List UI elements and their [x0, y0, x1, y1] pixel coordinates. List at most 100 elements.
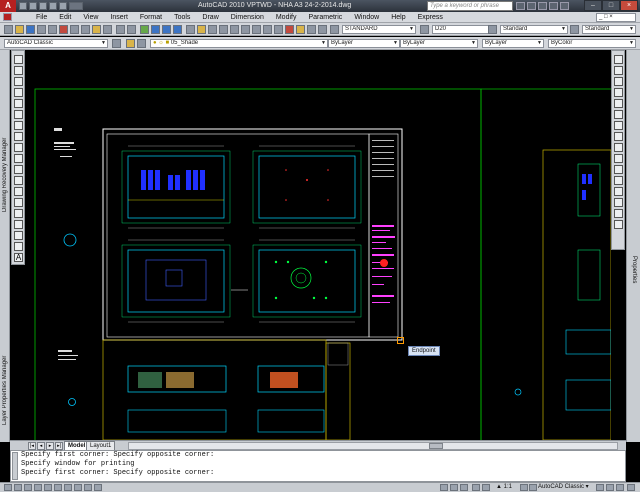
sheet-set-icon[interactable]	[219, 25, 228, 34]
annotation-scale[interactable]: ▲ 1:1	[496, 484, 512, 492]
join-icon[interactable]	[614, 187, 623, 196]
menu-parametric[interactable]: Parametric	[302, 13, 348, 22]
workspace-dropdown[interactable]: AutoCAD Classic ▼	[4, 39, 108, 48]
menu-draw[interactable]: Draw	[196, 13, 224, 22]
drawing-icon[interactable]	[3, 13, 12, 21]
quick-view-drawings-icon[interactable]	[460, 484, 468, 491]
lock-icon[interactable]	[596, 484, 604, 491]
menu-dimension[interactable]: Dimension	[225, 13, 270, 22]
qnew-icon[interactable]	[4, 25, 13, 34]
subscription-icon[interactable]	[527, 2, 536, 10]
trim-icon[interactable]	[614, 154, 623, 163]
match-properties-icon[interactable]	[103, 25, 112, 34]
redo-icon[interactable]	[59, 2, 67, 10]
layer-properties-icon[interactable]	[126, 39, 135, 48]
construction-line-icon[interactable]	[14, 66, 23, 75]
layer-isolate-icon[interactable]	[285, 25, 294, 34]
cut-icon[interactable]	[70, 25, 79, 34]
dynamic-input-icon[interactable]	[74, 484, 82, 491]
ortho-mode-icon[interactable]	[24, 484, 32, 491]
minimize-button[interactable]: –	[584, 0, 602, 11]
quick-properties-icon[interactable]	[94, 484, 102, 491]
extend-icon[interactable]	[614, 165, 623, 174]
plotstyle-dropdown[interactable]: ByColor ▼	[548, 39, 636, 48]
dynamic-ucs-icon[interactable]	[64, 484, 72, 491]
break-icon[interactable]	[614, 176, 623, 185]
pan-icon[interactable]	[140, 25, 149, 34]
layer-freeze-icon[interactable]	[296, 25, 305, 34]
new-icon[interactable]	[19, 2, 27, 10]
gradient-icon[interactable]	[14, 220, 23, 229]
properties-tab[interactable]: Properties	[628, 250, 640, 290]
design-center-icon[interactable]	[197, 25, 206, 34]
publish-icon[interactable]	[59, 25, 68, 34]
menu-format[interactable]: Format	[134, 13, 168, 22]
copy-icon[interactable]	[81, 25, 90, 34]
menu-insert[interactable]: Insert	[104, 13, 134, 22]
communication-center-icon[interactable]	[538, 2, 547, 10]
circle-icon[interactable]	[14, 121, 23, 130]
menu-window[interactable]: Window	[348, 13, 385, 22]
object-snap-tracking-icon[interactable]	[54, 484, 62, 491]
ellipse-arc-icon[interactable]	[14, 165, 23, 174]
ellipse-icon[interactable]	[14, 154, 23, 163]
table-icon[interactable]	[14, 242, 23, 251]
color-dropdown[interactable]: ByLayer ▼	[328, 39, 400, 48]
erase-icon[interactable]	[614, 55, 623, 64]
layer-properties-tab[interactable]: Layer Properties Manager	[0, 320, 10, 460]
mirror-icon[interactable]	[614, 77, 623, 86]
command-line-handle[interactable]	[12, 452, 18, 480]
menu-help[interactable]: Help	[385, 13, 411, 22]
chamfer-icon[interactable]	[614, 198, 623, 207]
workspace-switch[interactable]: AutoCAD Classic ▾	[538, 484, 589, 492]
linetype-dropdown[interactable]: ByLayer ▼	[400, 39, 478, 48]
copy-object-icon[interactable]	[614, 66, 623, 75]
zoom-previous-icon[interactable]	[173, 25, 182, 34]
hatch-icon[interactable]	[14, 209, 23, 218]
layer-off-icon[interactable]	[307, 25, 316, 34]
menu-file[interactable]: File	[30, 13, 53, 22]
open-icon[interactable]	[29, 2, 37, 10]
polygon-icon[interactable]	[14, 88, 23, 97]
help-icon[interactable]	[252, 25, 261, 34]
zoom-window-icon[interactable]	[162, 25, 171, 34]
multiline-text-icon[interactable]: A	[14, 253, 23, 262]
menu-tools[interactable]: Tools	[168, 13, 196, 22]
array-icon[interactable]	[614, 99, 623, 108]
stretch-icon[interactable]	[614, 143, 623, 152]
table-style-dropdown[interactable]: Standard ▼	[500, 25, 568, 34]
hardware-acceleration-icon[interactable]	[606, 484, 614, 491]
line-icon[interactable]	[14, 55, 23, 64]
tool-palettes-icon[interactable]	[208, 25, 217, 34]
undo-icon[interactable]	[49, 2, 57, 10]
layer-lock-icon[interactable]	[318, 25, 327, 34]
layer-dropdown[interactable]: ● ☼ ■ 05_Shade ▼	[150, 39, 328, 48]
make-block-icon[interactable]	[14, 187, 23, 196]
dim-style-dropdown[interactable]: D20▼	[432, 25, 494, 34]
region-icon[interactable]	[14, 231, 23, 240]
multileader-style-dropdown[interactable]: Standard ▼	[582, 25, 636, 34]
workspace-settings-icon[interactable]	[112, 39, 121, 48]
zoom-realtime-icon[interactable]	[151, 25, 160, 34]
markup-icon[interactable]	[230, 25, 239, 34]
scrollbar-thumb[interactable]	[429, 443, 443, 449]
arc-icon[interactable]	[14, 110, 23, 119]
grid-mode-icon[interactable]	[14, 484, 22, 491]
zoom-status-icon[interactable]	[482, 484, 490, 491]
help-icon[interactable]	[560, 2, 569, 10]
maximize-button[interactable]: □	[602, 0, 620, 11]
pan-status-icon[interactable]	[472, 484, 480, 491]
drawing-canvas[interactable]: Endpoint	[26, 50, 611, 440]
undo-icon[interactable]	[116, 25, 125, 34]
redo-icon[interactable]	[127, 25, 136, 34]
isolate-objects-icon[interactable]	[616, 484, 624, 491]
menu-modify[interactable]: Modify	[270, 13, 303, 22]
multileader-style-icon[interactable]	[570, 25, 579, 34]
quick-view-layouts-icon[interactable]	[450, 484, 458, 491]
revision-cloud-icon[interactable]	[14, 132, 23, 141]
rotate-icon[interactable]	[614, 121, 623, 130]
clean-screen-icon[interactable]	[627, 484, 635, 491]
prev-layout-icon[interactable]: ◂	[37, 442, 45, 450]
command-line[interactable]: Specify first corner: Specify opposite c…	[10, 450, 626, 482]
plot-icon[interactable]	[37, 25, 46, 34]
